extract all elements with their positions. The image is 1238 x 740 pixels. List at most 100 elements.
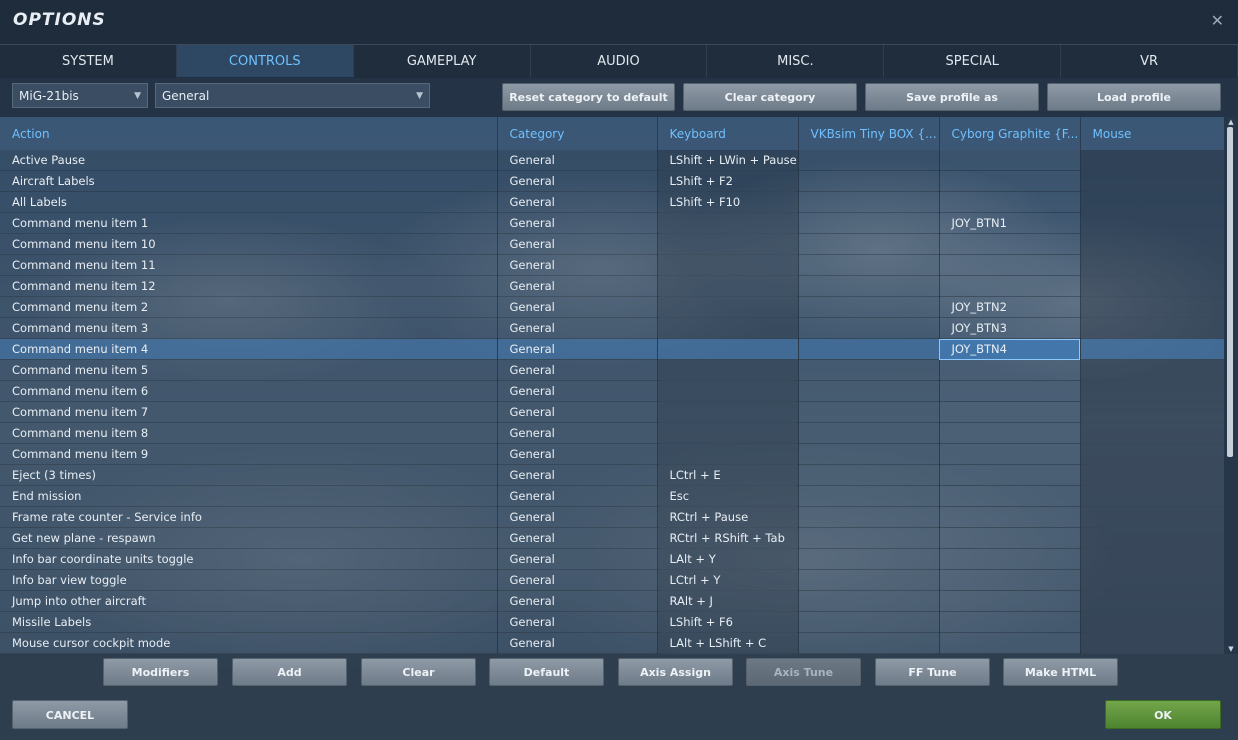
cell-cyborg[interactable] [939,422,1081,444]
cell-action[interactable]: Frame rate counter - Service info [0,506,498,528]
axis-tune-button[interactable]: Axis Tune [746,658,861,686]
cell-keyboard[interactable] [657,422,799,444]
cell-keyboard[interactable] [657,254,799,276]
tab-special[interactable]: SPECIAL [884,45,1062,78]
cell-cyborg[interactable] [939,233,1081,255]
tab-audio[interactable]: AUDIO [531,45,708,78]
cell-cyborg[interactable]: JOY_BTN2 [939,296,1081,318]
table-row[interactable]: Get new plane - respawn General RCtrl + RS… [0,527,1224,549]
cell-vkbsim[interactable] [798,317,940,339]
cell-category[interactable]: General [497,380,658,402]
table-row[interactable]: Mouse cursor cockpit mode General LAlt + L… [0,632,1224,654]
cell-keyboard[interactable]: Esc [657,485,799,507]
column-header-vkbsim[interactable]: VKBsim Tiny BOX {... [798,117,940,150]
cell-cyborg[interactable] [939,611,1081,633]
cell-keyboard[interactable]: LShift + LWin + Pause [657,150,799,171]
column-header-action[interactable]: Action [0,117,498,150]
cell-mouse[interactable] [1080,191,1224,213]
cell-cyborg[interactable] [939,275,1081,297]
cell-action[interactable]: Command menu item 1 [0,212,498,234]
cell-category[interactable]: General [497,485,658,507]
cell-mouse[interactable] [1080,485,1224,507]
cell-action[interactable]: Command menu item 7 [0,401,498,423]
cell-cyborg[interactable]: JOY_BTN3 [939,317,1081,339]
table-row[interactable]: Command menu item 7 General [0,401,1224,423]
cell-mouse[interactable] [1080,212,1224,234]
cell-vkbsim[interactable] [798,527,940,549]
cell-keyboard[interactable]: LCtrl + E [657,464,799,486]
cell-vkbsim[interactable] [798,380,940,402]
cell-vkbsim[interactable] [798,212,940,234]
cell-mouse[interactable] [1080,611,1224,633]
cell-cyborg[interactable] [939,380,1081,402]
table-row[interactable]: Command menu item 3 General JOY_BTN3 [0,317,1224,339]
cell-keyboard[interactable] [657,359,799,381]
cell-vkbsim[interactable] [798,233,940,255]
column-header-category[interactable]: Category [497,117,658,150]
cell-vkbsim[interactable] [798,150,940,171]
column-header-cyborg[interactable]: Cyborg Graphite {F... [939,117,1081,150]
cell-category[interactable]: General [497,569,658,591]
cell-vkbsim[interactable] [798,569,940,591]
cell-action[interactable]: Aircraft Labels [0,170,498,192]
scroll-up-icon[interactable]: ▲ [1224,117,1238,127]
modifiers-button[interactable]: Modifiers [103,658,218,686]
table-row[interactable]: Jump into other aircraft General RAlt + J [0,590,1224,612]
table-row[interactable]: Missile Labels General LShift + F6 [0,611,1224,633]
table-row[interactable]: Command menu item 8 General [0,422,1224,444]
cell-category[interactable]: General [497,401,658,423]
cell-cyborg[interactable] [939,485,1081,507]
cell-cyborg[interactable] [939,170,1081,192]
cell-mouse[interactable] [1080,275,1224,297]
cell-mouse[interactable] [1080,359,1224,381]
cell-keyboard[interactable]: LShift + F2 [657,170,799,192]
cell-vkbsim[interactable] [798,611,940,633]
cell-keyboard[interactable] [657,212,799,234]
cell-keyboard[interactable]: RAlt + J [657,590,799,612]
cell-keyboard[interactable] [657,317,799,339]
cell-category[interactable]: General [497,506,658,528]
cell-mouse[interactable] [1080,548,1224,570]
cell-category[interactable]: General [497,254,658,276]
ok-button[interactable]: OK [1105,700,1221,729]
cell-action[interactable]: Command menu item 10 [0,233,498,255]
table-row[interactable]: Command menu item 2 General JOY_BTN2 [0,296,1224,318]
save-profile-button[interactable]: Save profile as [865,83,1039,111]
cell-cyborg[interactable]: JOY_BTN1 [939,212,1081,234]
cell-vkbsim[interactable] [798,548,940,570]
reset-category-button[interactable]: Reset category to default [502,83,675,111]
column-header-keyboard[interactable]: Keyboard [657,117,799,150]
cell-action[interactable]: Command menu item 3 [0,317,498,339]
scroll-down-icon[interactable]: ▼ [1224,644,1238,654]
cell-vkbsim[interactable] [798,590,940,612]
cell-mouse[interactable] [1080,464,1224,486]
tab-system[interactable]: SYSTEM [0,45,177,78]
cell-category[interactable]: General [497,296,658,318]
tab-gameplay[interactable]: GAMEPLAY [354,45,531,78]
cell-cyborg[interactable]: JOY_BTN4 [939,338,1081,360]
cell-mouse[interactable] [1080,338,1224,360]
cell-mouse[interactable] [1080,569,1224,591]
table-row[interactable]: Command menu item 12 General [0,275,1224,297]
column-header-mouse[interactable]: Mouse [1080,117,1224,150]
ff-tune-button[interactable]: FF Tune [875,658,990,686]
cell-vkbsim[interactable] [798,359,940,381]
clear-category-button[interactable]: Clear category [683,83,857,111]
default-button[interactable]: Default [489,658,604,686]
table-row[interactable]: Active Pause General LShift + LWin + Pause [0,150,1224,171]
cell-mouse[interactable] [1080,233,1224,255]
cell-cyborg[interactable] [939,527,1081,549]
cell-category[interactable]: General [497,590,658,612]
category-select[interactable]: General ▼ [155,83,430,108]
cell-action[interactable]: Command menu item 8 [0,422,498,444]
cell-action[interactable]: Mouse cursor cockpit mode [0,632,498,654]
cell-category[interactable]: General [497,191,658,213]
cell-keyboard[interactable] [657,275,799,297]
cell-action[interactable]: Command menu item 9 [0,443,498,465]
cell-mouse[interactable] [1080,317,1224,339]
cell-cyborg[interactable] [939,464,1081,486]
scrollbar-thumb[interactable] [1227,127,1233,457]
cell-vkbsim[interactable] [798,275,940,297]
cell-category[interactable]: General [497,548,658,570]
cell-vkbsim[interactable] [798,401,940,423]
